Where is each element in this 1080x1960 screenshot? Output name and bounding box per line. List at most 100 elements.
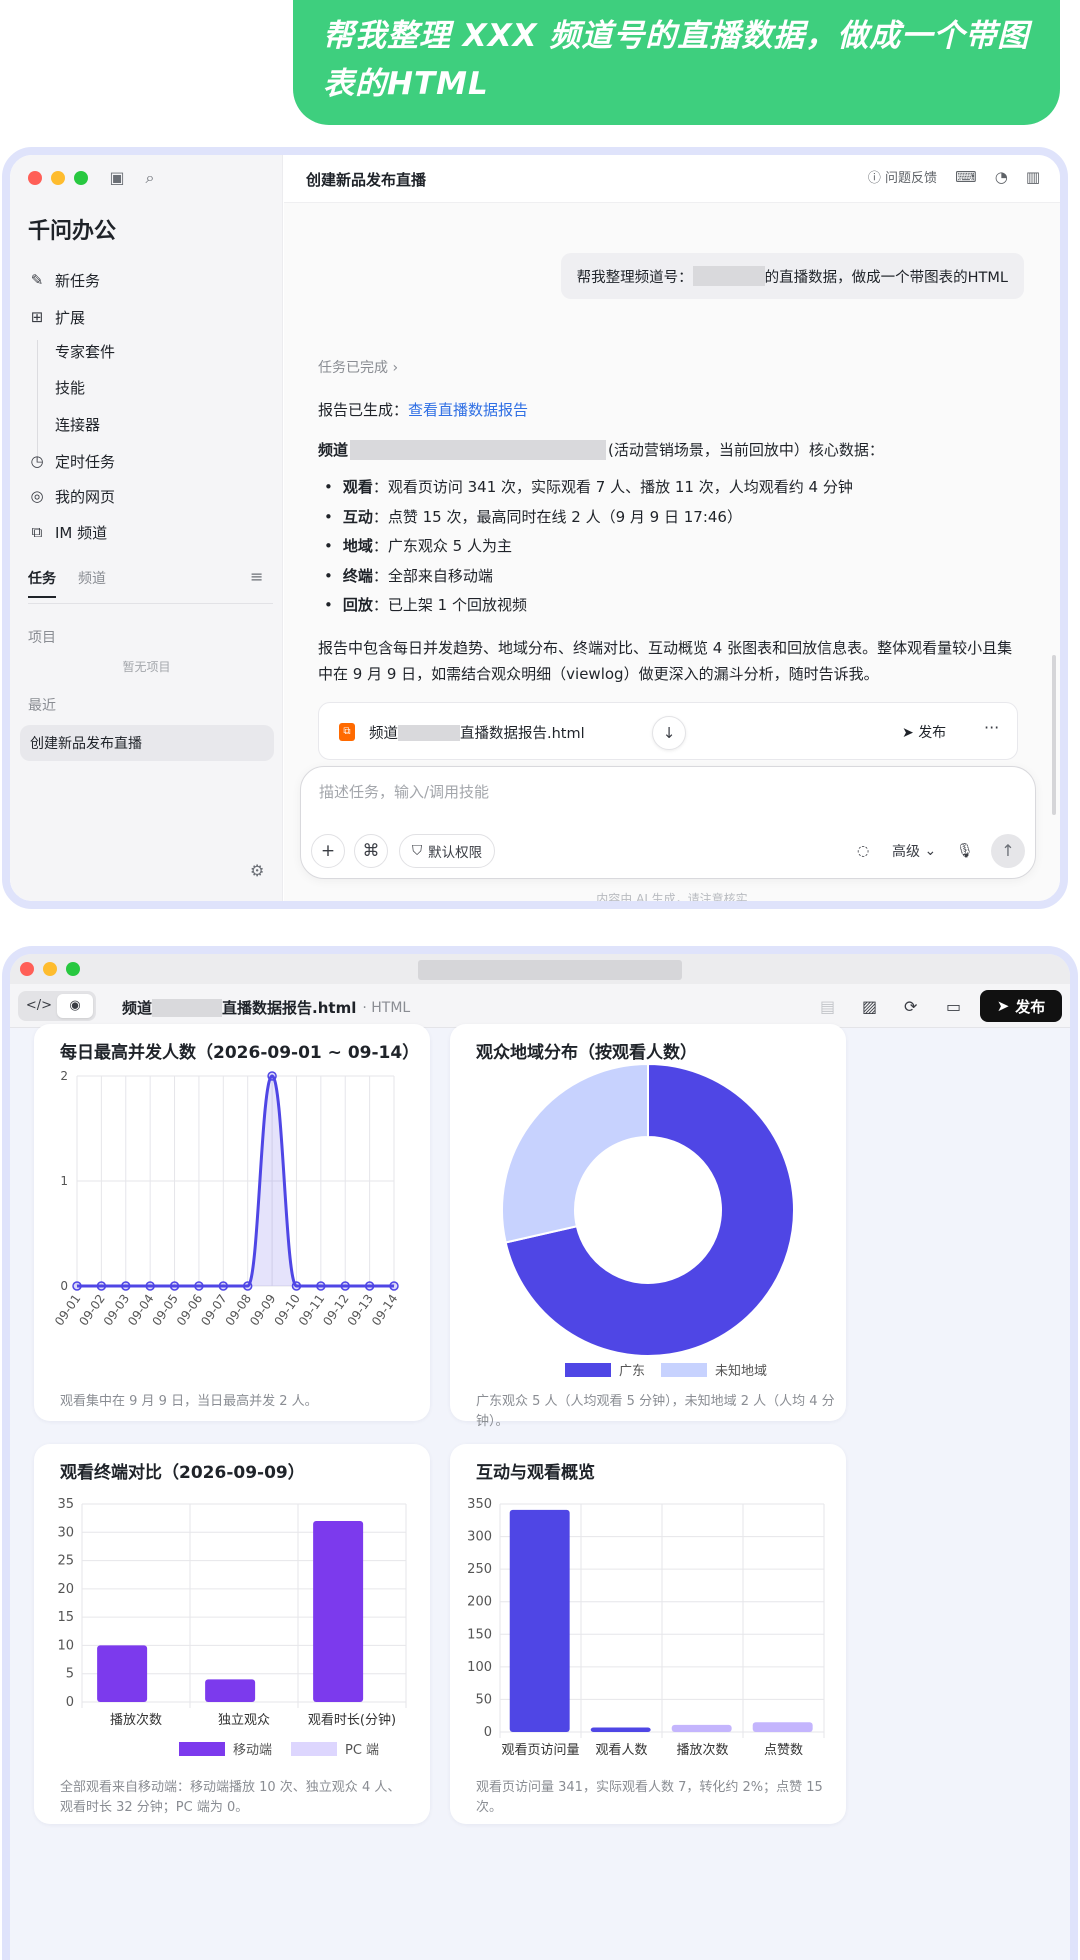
tab-tasks[interactable]: 任务 — [28, 568, 56, 598]
filter-icon[interactable]: ≡ — [250, 567, 263, 586]
line-chart: 01209-0109-0209-0309-0409-0509-0609-0709… — [52, 1069, 400, 1328]
eye-icon[interactable]: ◉ — [57, 994, 93, 1018]
chart-title: 观众地域分布（按观看人数） — [476, 1043, 697, 1063]
bar — [313, 1520, 364, 1702]
download-icon[interactable]: ↓ — [652, 716, 686, 750]
file-name: 频道 直播数据报告.html — [369, 722, 585, 743]
list-item: 观看：观看页访问 341 次，实际观看 7 人、播放 11 次，人均观看约 4 … — [324, 473, 853, 503]
redacted-channel — [152, 998, 223, 1017]
redacted-channel — [350, 439, 607, 460]
keyboard-icon[interactable]: ⌨ — [955, 168, 977, 186]
y-tick-label: 2 — [60, 1069, 68, 1083]
bullet-key: 地域 — [342, 537, 373, 555]
list-item: 终端：全部来自移动端 — [324, 562, 853, 592]
chart-title: 每日最高并发人数（2026-09-01 ~ 09-14） — [60, 1043, 420, 1063]
brand-title: 千问办公 — [28, 219, 117, 244]
channel-desc: (活动营销场景，当前回放中）核心数据： — [608, 441, 884, 459]
bullet-text: ：全部来自移动端 — [372, 566, 493, 585]
maximize-window-button[interactable] — [66, 962, 80, 976]
file-card[interactable]: ⧉ 频道 直播数据报告.html ↓ ➤ 发布 ··· — [318, 702, 1018, 760]
task-input[interactable]: 描述任务，输入/调用技能 — [319, 781, 489, 802]
list-item: 互动：点赞 15 次，最高同时在线 2 人（9 月 9 日 17:46） — [324, 503, 853, 533]
y-tick-label: 0 — [60, 1279, 68, 1293]
connector-icon[interactable]: ⌘ — [354, 834, 388, 868]
x-tick-label: 播放次数 — [676, 1742, 728, 1758]
sidebar-item-connectors[interactable]: 连接器 — [55, 414, 100, 435]
code-view-icon[interactable]: </> — [21, 994, 57, 1018]
sidebar-item-extensions[interactable]: ⊞ 扩展 — [28, 304, 85, 330]
send-icon: ➤ — [996, 997, 1010, 1015]
refresh-icon[interactable]: ⟳ — [904, 997, 917, 1016]
help-circle-icon: ⓘ — [867, 171, 881, 186]
sidebar-item-skills[interactable]: 技能 — [55, 377, 85, 398]
plus-icon[interactable]: + — [311, 834, 345, 868]
minimize-window-button[interactable] — [51, 171, 65, 185]
scrollbar[interactable] — [1052, 655, 1056, 815]
bar — [205, 1679, 256, 1702]
search-icon[interactable]: ⌕ — [141, 169, 159, 187]
recent-task-item[interactable]: 创建新品发布直播 — [20, 725, 274, 761]
sidebar-item-label: 我的网页 — [55, 487, 116, 506]
report-link[interactable]: 查看直播数据报告 — [408, 401, 528, 419]
settings-gear-icon[interactable]: ⚙ — [250, 861, 264, 880]
y-tick-label: 100 — [467, 1660, 492, 1675]
sidebar-toggle-icon[interactable]: ▣ — [108, 169, 126, 187]
microphone-icon[interactable]: 🎙 — [956, 834, 974, 868]
image-edit-icon[interactable]: ▨ — [862, 997, 877, 1016]
y-tick-label: 30 — [57, 1525, 74, 1540]
task-done-toggle[interactable]: 任务已完成 › — [318, 357, 398, 377]
y-tick-label: 1 — [60, 1174, 68, 1188]
data-point — [194, 1281, 204, 1291]
close-window-button[interactable] — [28, 171, 42, 185]
file-name-prefix: 频道 — [369, 726, 398, 742]
sidebar-item-new-task[interactable]: ✎ 新任务 — [28, 267, 100, 293]
folder-icon[interactable]: ▭ — [946, 997, 961, 1016]
edit-icon: ✎ — [30, 271, 44, 289]
y-tick-label: 350 — [467, 1497, 492, 1512]
sidebar-tabs: 任务 频道 — [28, 568, 106, 598]
permission-label: 默认权限 — [428, 845, 483, 861]
sidebar-item-expert-kit[interactable]: 专家套件 — [55, 341, 115, 362]
chart-card-interaction: 互动与观看概览 0 50 100 150 200 250 300 350 观看页访问量 观看人数 播… — [450, 1444, 846, 1824]
data-point — [364, 1281, 375, 1291]
report-prefix: 报告已生成： — [318, 401, 409, 419]
sidebar-item-webpages[interactable]: ◎ 我的网页 — [28, 483, 115, 509]
report-line: 报告已生成：查看直播数据报告 — [318, 399, 528, 420]
send-button[interactable]: ↑ — [991, 834, 1025, 868]
permission-button[interactable]: ⛉ 默认权限 — [399, 834, 496, 868]
tab-channels[interactable]: 频道 — [78, 568, 106, 598]
y-tick-label: 10 — [57, 1638, 74, 1653]
data-point — [389, 1281, 399, 1291]
bullet-key: 回放 — [342, 596, 373, 614]
more-icon[interactable]: ··· — [984, 718, 999, 737]
divider — [28, 603, 273, 604]
sidebar-item-label: 定时任务 — [55, 452, 116, 471]
mode-select[interactable]: 高级 ⌄ — [892, 834, 936, 868]
bar-chart: 0 50 100 150 200 250 300 350 观看页访问量 观看人数 播放次数 点赞数 — [467, 1497, 825, 1758]
maximize-window-button[interactable] — [74, 171, 88, 185]
redacted-channel — [398, 724, 460, 741]
panel-toggle-icon[interactable]: ▥ — [1026, 168, 1040, 186]
close-window-button[interactable] — [20, 962, 34, 976]
preview-titlebar — [10, 954, 1070, 984]
file-name-prefix: 频道 — [122, 999, 153, 1017]
redacted-url-bar — [418, 960, 682, 980]
sidebar-item-im-channel[interactable]: ⧉ IM 频道 — [28, 519, 108, 545]
y-tick-label: 15 — [57, 1610, 74, 1625]
im-icon: ⧉ — [31, 523, 43, 541]
bullet-key: 观看 — [342, 478, 373, 496]
sidebar-item-scheduled[interactable]: ◷ 定时任务 — [28, 448, 115, 474]
main-panel: 创建新品发布直播 ⓘ 问题反馈 ⌨ ◔ ▥ 帮我整理频道号： 的直播数据，做成一… — [284, 155, 1060, 901]
main-header: 创建新品发布直播 ⓘ 问题反馈 ⌨ ◔ ▥ — [284, 155, 1060, 203]
task-input-box[interactable]: 描述任务，输入/调用技能 + ⌘ ⛉ 默认权限 ◌ 高级 ⌄ 🎙 ↑ — [300, 766, 1036, 879]
bullet-text: ：观看页访问 341 次，实际观看 7 人、播放 11 次，人均观看约 4 分钟 — [372, 478, 853, 496]
minimize-window-button[interactable] — [43, 962, 57, 976]
view-toggle: </> ◉ — [18, 991, 96, 1021]
feedback-button[interactable]: ⓘ 问题反馈 — [868, 167, 937, 186]
grid-plus-icon: ⊞ — [30, 308, 44, 326]
gauge-icon[interactable]: ◔ — [995, 168, 1008, 186]
publish-button[interactable]: ➤ 发布 — [980, 990, 1062, 1022]
redacted-channel — [692, 266, 765, 286]
save-icon[interactable]: ▤ — [820, 997, 835, 1016]
publish-button[interactable]: ➤ 发布 — [902, 722, 946, 742]
